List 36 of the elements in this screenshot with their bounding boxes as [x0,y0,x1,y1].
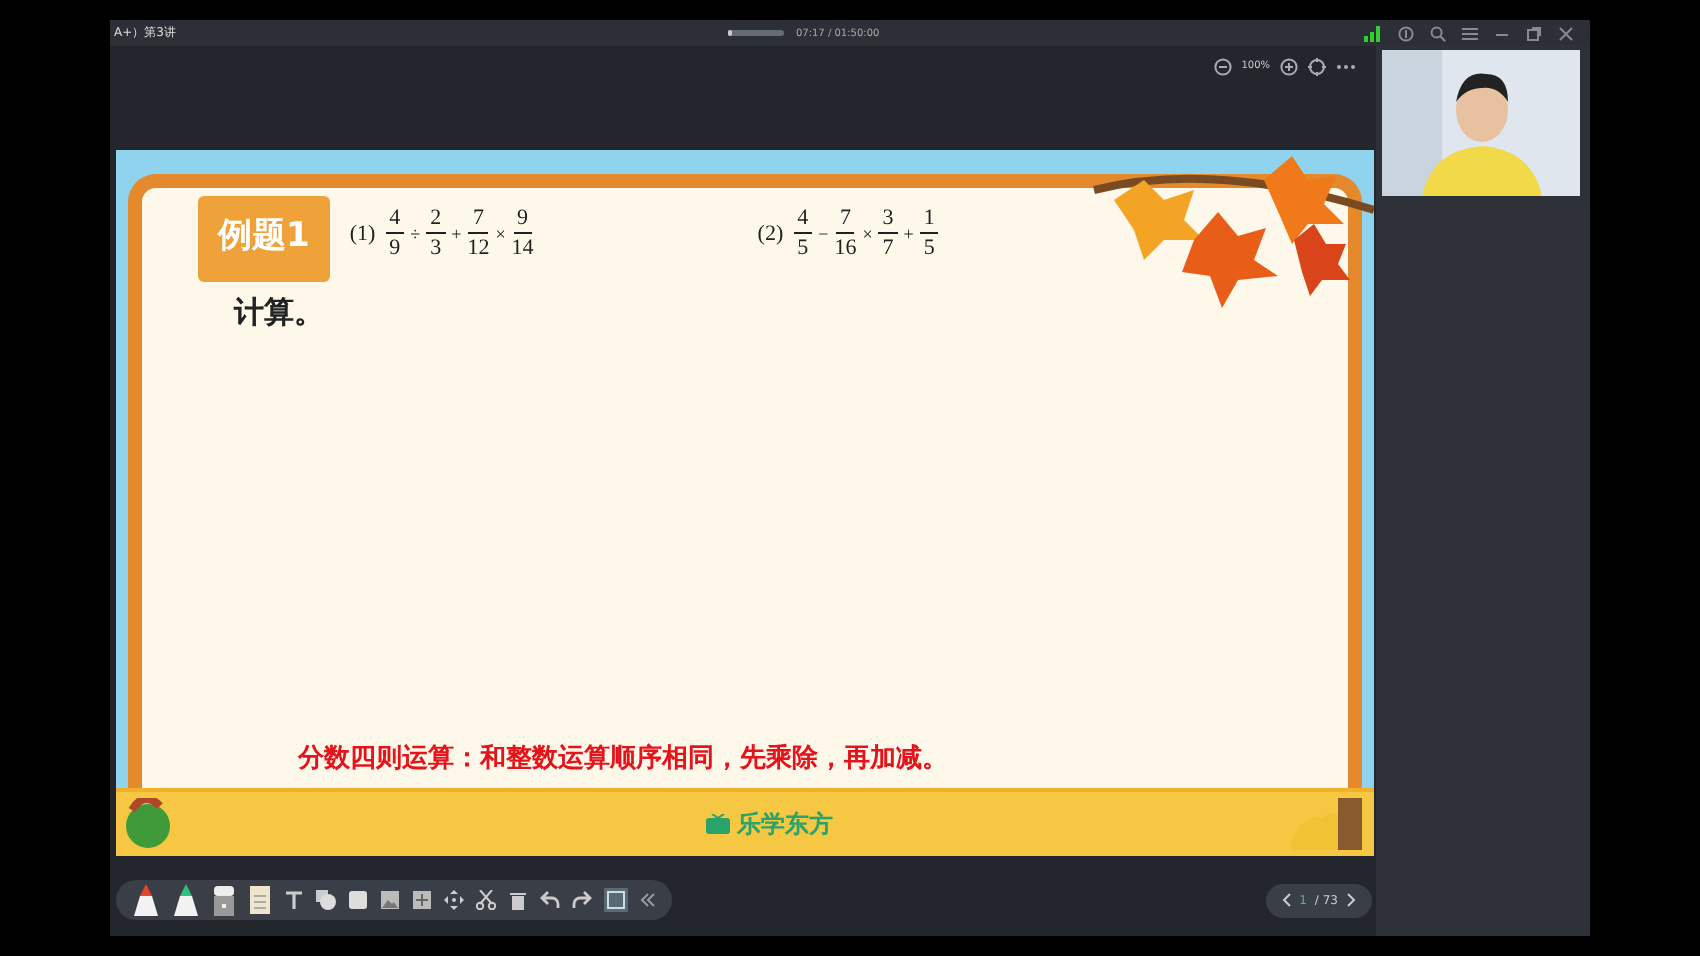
image-icon[interactable] [380,890,400,910]
fit-screen-icon[interactable] [1308,57,1326,75]
previous-icon[interactable] [1281,892,1292,908]
instruction-text: 计算。 [234,294,326,332]
square-icon[interactable] [348,890,368,910]
stump-drawing [1286,798,1366,850]
tv-icon [705,814,729,834]
text-tool-icon[interactable] [284,890,304,910]
add-box-icon[interactable] [412,890,432,910]
bush-drawing [124,798,172,850]
search-icon[interactable] [1430,25,1446,41]
redo-icon[interactable] [572,890,592,910]
restore-icon[interactable] [1526,25,1542,41]
collapse-icon[interactable] [640,892,656,908]
menu-icon[interactable] [1462,25,1478,41]
more-icon[interactable] [1336,63,1356,69]
brand-logo: 乐学东方 [737,807,833,841]
rule-note: 分数四则运算：和整数运算顺序相同，先乘除，再加减。 [298,741,950,776]
eraser-icon[interactable] [212,884,236,916]
undo-icon[interactable] [540,890,560,910]
move-icon[interactable] [444,890,464,910]
next-icon[interactable] [1346,892,1356,908]
progress-bar[interactable] [727,30,784,36]
signal-icon[interactable] [1364,25,1382,41]
info-icon[interactable] [1398,25,1414,41]
pen-icon[interactable] [132,884,160,916]
scissors-icon[interactable] [476,890,496,910]
trash-icon[interactable] [508,890,528,910]
gallery-icon[interactable] [604,888,628,912]
zoom-in-icon[interactable] [1280,57,1298,75]
marker-icon[interactable] [172,884,200,916]
zoom-out-icon[interactable] [1213,57,1232,75]
example-tag: 例题1 [198,196,330,282]
close-icon[interactable] [1558,25,1574,41]
shapes-icon[interactable] [316,890,336,910]
paper-icon[interactable] [248,884,272,916]
